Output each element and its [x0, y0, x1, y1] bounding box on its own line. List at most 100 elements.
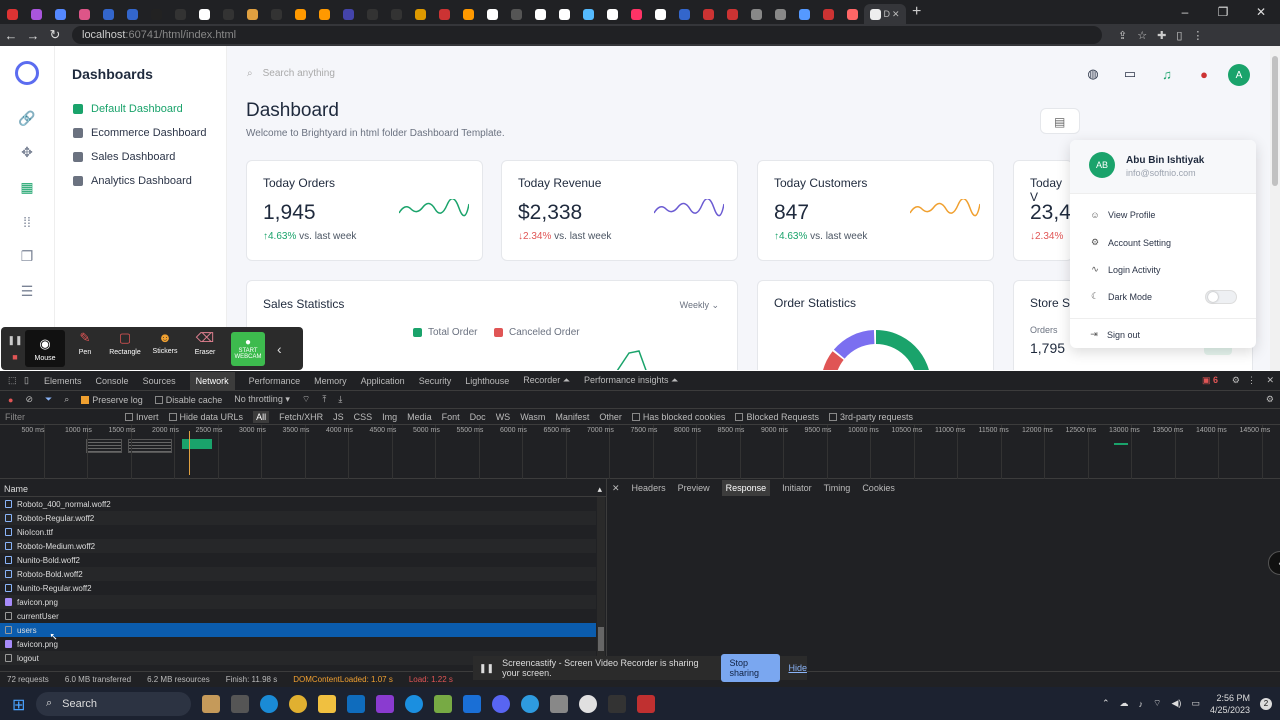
browser-tab[interactable]: [840, 4, 864, 24]
nav-sales-dashboard[interactable]: Sales Dashboard: [73, 151, 175, 163]
nav-ecommerce-dashboard[interactable]: Ecommerce Dashboard: [73, 127, 207, 139]
stop-sharing-button[interactable]: Stop sharing: [721, 654, 781, 682]
browser-tab[interactable]: [24, 4, 48, 24]
sort-icon[interactable]: ▴: [597, 484, 602, 495]
brand-logo-icon[interactable]: [15, 61, 39, 85]
tool-rectangle[interactable]: ▢ Rectangle: [105, 330, 145, 367]
flag-icon[interactable]: ●: [1196, 66, 1212, 82]
sidepanel-icon[interactable]: ▯: [1176, 29, 1182, 42]
dark-mode-toggle[interactable]: [1205, 290, 1237, 304]
browser-tab[interactable]: [792, 4, 816, 24]
page-scrollbar-track[interactable]: [1270, 46, 1280, 371]
import-icon[interactable]: ⤒: [322, 394, 326, 405]
scrollbar-thumb[interactable]: [598, 627, 604, 651]
request-row[interactable]: favicon.png: [0, 595, 596, 609]
detail-tab[interactable]: Cookies: [862, 483, 895, 493]
devtools-tab[interactable]: Elements: [44, 376, 82, 386]
filter-type[interactable]: Has blocked cookies: [631, 412, 725, 422]
menu-account-setting[interactable]: ⚙ Account Setting: [1090, 237, 1171, 248]
notification-badge[interactable]: 2: [1260, 697, 1272, 710]
detail-tab[interactable]: Timing: [824, 483, 851, 493]
period-dropdown[interactable]: Weekly ⌄: [680, 300, 719, 311]
browser-tab[interactable]: [48, 4, 72, 24]
app-icon[interactable]: [521, 694, 539, 713]
filter-type[interactable]: All: [253, 410, 270, 423]
filter-type[interactable]: Media: [407, 412, 432, 422]
filter-type[interactable]: Manifest: [555, 412, 589, 422]
browser-tab[interactable]: [288, 4, 312, 24]
devtools-tab[interactable]: Recorder ⏶: [523, 375, 570, 386]
app-icon[interactable]: [637, 694, 655, 713]
throttling-select[interactable]: No throttling ▾: [234, 394, 290, 405]
volume-icon[interactable]: ◀): [1172, 698, 1182, 709]
issues-badge[interactable]: ▣ 6: [1202, 375, 1218, 386]
app-icon[interactable]: [579, 694, 597, 713]
browser-tab[interactable]: [216, 4, 240, 24]
menu-dark-mode[interactable]: ☾ Dark Mode: [1090, 291, 1152, 302]
microphone-icon[interactable]: ♪: [1139, 699, 1144, 709]
tab-close-icon[interactable]: ✕: [892, 9, 900, 20]
browser-tab[interactable]: [744, 4, 768, 24]
browser-tab[interactable]: [672, 4, 696, 24]
browser-tab[interactable]: [192, 4, 216, 24]
detail-tab[interactable]: Initiator: [782, 483, 812, 493]
outlook-icon[interactable]: [347, 694, 365, 713]
browser-tab[interactable]: [240, 4, 264, 24]
devtools-tab[interactable]: Console: [96, 376, 129, 386]
detail-tab[interactable]: Preview: [678, 483, 710, 493]
tool-pen[interactable]: ✎ Pen: [65, 330, 105, 367]
filter-type[interactable]: Img: [382, 412, 397, 422]
devtools-tab[interactable]: Application: [361, 376, 405, 386]
apps-icon[interactable]: ⁞⁞: [17, 212, 37, 232]
collapse-chevron-icon[interactable]: ‹: [277, 341, 282, 357]
pause-icon[interactable]: ❚❚: [7, 335, 22, 346]
filter-type[interactable]: WS: [496, 412, 511, 422]
preserve-log-checkbox[interactable]: Preserve log: [81, 395, 143, 405]
devtools-tab[interactable]: Security: [419, 376, 452, 386]
devtools-tab[interactable]: Performance insights ⏶: [584, 375, 678, 386]
browser-tab[interactable]: [648, 4, 672, 24]
edge-icon[interactable]: [260, 694, 278, 713]
app-folder-icon[interactable]: [202, 694, 220, 713]
request-row[interactable]: favicon.png: [0, 637, 596, 651]
device-toggle-icon[interactable]: ▯: [24, 375, 29, 386]
store-icon[interactable]: [463, 694, 481, 713]
task-view-icon[interactable]: [231, 694, 249, 713]
filter-input[interactable]: Filter: [5, 412, 115, 422]
browser-tab[interactable]: [312, 4, 336, 24]
menu-sign-out[interactable]: ⇥ Sign out: [1089, 329, 1140, 340]
clear-icon[interactable]: ⊘: [25, 394, 33, 405]
devtools-tab[interactable]: Sources: [143, 376, 176, 386]
app-icon[interactable]: [608, 694, 626, 713]
globe-icon[interactable]: ◍: [1085, 66, 1101, 82]
browser-tab[interactable]: [72, 4, 96, 24]
settings-gear-icon[interactable]: ⚙: [1232, 375, 1240, 386]
app-icon[interactable]: [434, 694, 452, 713]
browser-tab[interactable]: [408, 4, 432, 24]
devtools-tab[interactable]: Memory: [314, 376, 347, 386]
link-icon[interactable]: 🔗: [17, 108, 37, 128]
browser-tab[interactable]: [552, 4, 576, 24]
browser-tab[interactable]: [432, 4, 456, 24]
file-explorer-icon[interactable]: [318, 694, 336, 713]
extension-icon[interactable]: ✚: [1157, 29, 1166, 42]
layers-icon[interactable]: ☰: [17, 281, 37, 301]
request-list-scrollbar[interactable]: [597, 497, 605, 669]
browser-tab[interactable]: [96, 4, 120, 24]
inspect-icon[interactable]: ⬚: [8, 375, 17, 386]
clock[interactable]: 2:56 PM 4/25/2023: [1210, 692, 1250, 716]
browser-tab[interactable]: [360, 4, 384, 24]
hide-link[interactable]: Hide: [788, 663, 807, 673]
minimize-button[interactable]: –: [1166, 5, 1204, 19]
browser-tab[interactable]: [336, 4, 360, 24]
dashboard-grid-icon[interactable]: ▦: [17, 177, 37, 197]
chrome-icon[interactable]: [289, 694, 307, 713]
close-window-button[interactable]: ✕: [1242, 5, 1280, 19]
request-row[interactable]: Roboto-Regular.woff2: [0, 511, 596, 525]
forward-icon[interactable]: →: [22, 28, 44, 43]
filter-type[interactable]: Font: [442, 412, 460, 422]
request-row[interactable]: Nunito-Regular.woff2: [0, 581, 596, 595]
browser-tab[interactable]: [0, 4, 24, 24]
browser-tab[interactable]: [816, 4, 840, 24]
url-field[interactable]: localhost:60741/html/index.html: [72, 26, 1102, 44]
